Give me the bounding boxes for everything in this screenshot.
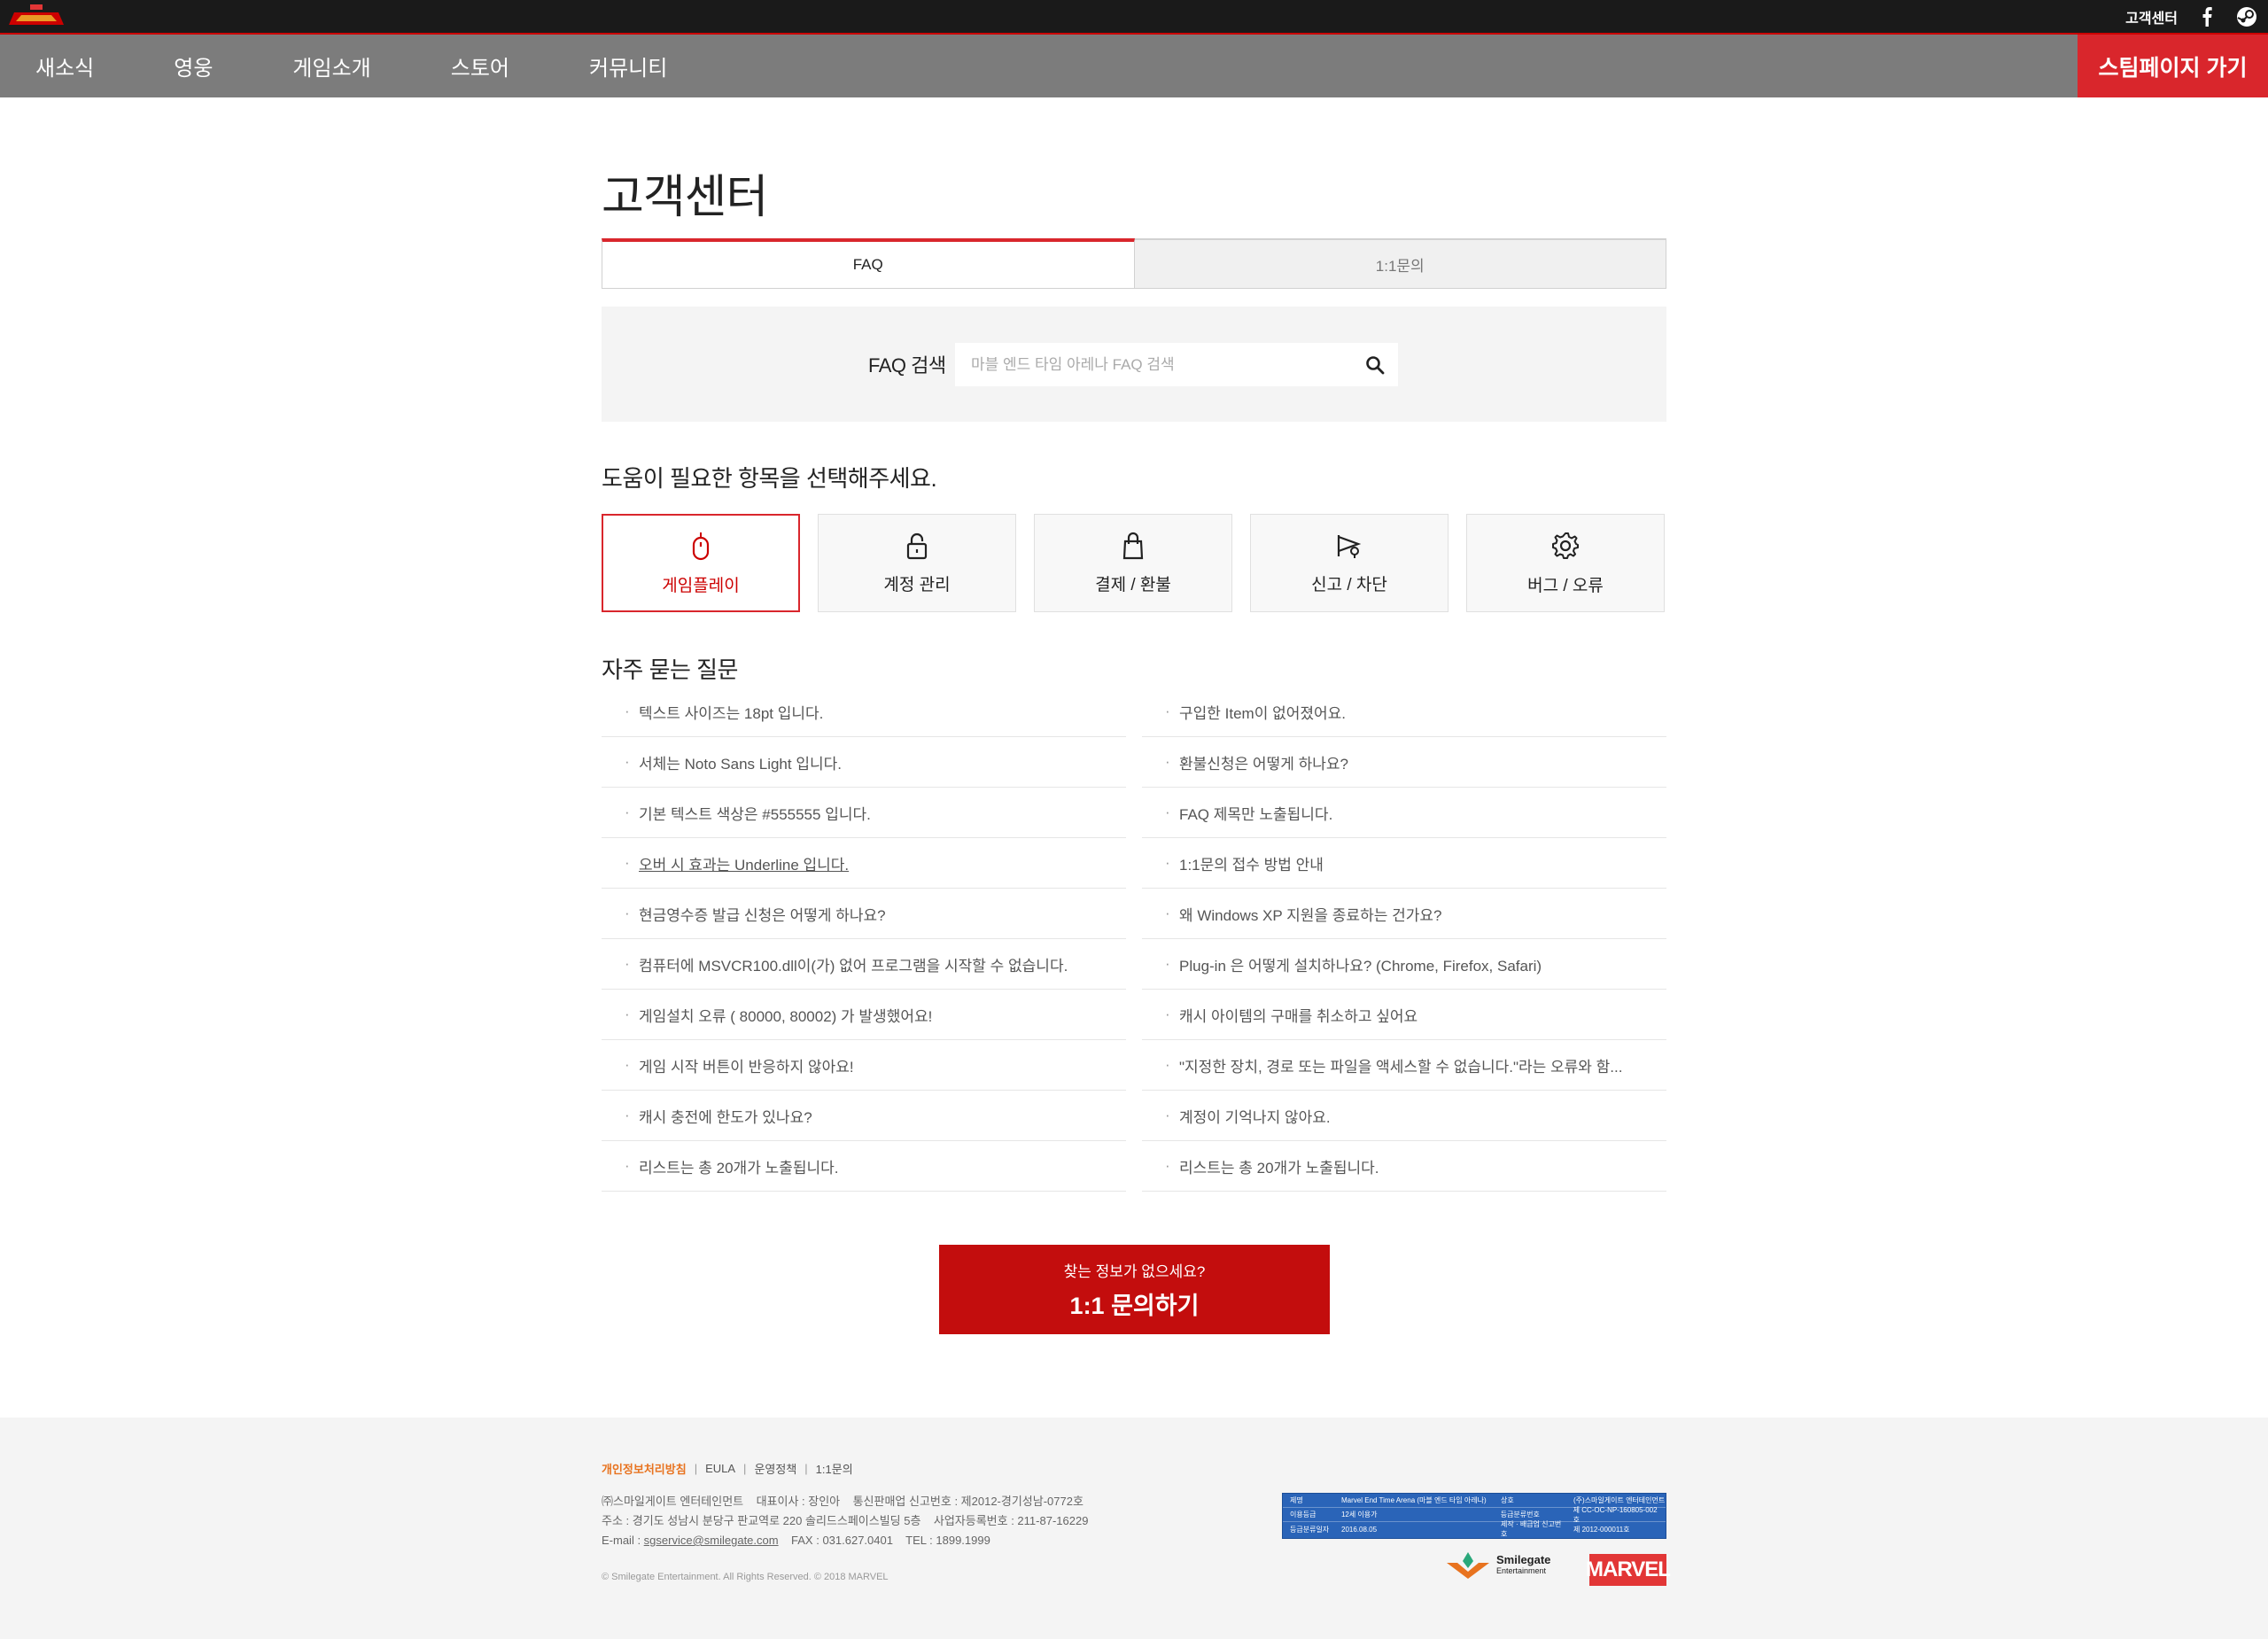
- footer-link-privacy[interactable]: 개인정보처리방침: [602, 1460, 687, 1477]
- mouse-icon: [690, 531, 711, 565]
- category-list: 게임플레이 계정 관리 결제 / 환불 신고 / 차단 버그 / 오류: [602, 514, 1666, 612]
- faq-item[interactable]: 왜 Windows XP 지원을 종료하는 건가요?: [1142, 889, 1666, 939]
- category-report[interactable]: 신고 / 차단: [1250, 514, 1449, 612]
- divider: |: [804, 1462, 808, 1475]
- inquiry-button[interactable]: 찾는 정보가 없으세요? 1:1 문의하기: [939, 1245, 1330, 1334]
- category-label: 계정 관리: [883, 575, 951, 594]
- faq-item[interactable]: 현금영수증 발급 신청은 어떻게 하나요?: [602, 889, 1126, 939]
- faq-item[interactable]: 1:1문의 접수 방법 안내: [1142, 838, 1666, 889]
- search-label: FAQ 검색: [868, 354, 946, 377]
- category-gameplay[interactable]: 게임플레이: [602, 514, 800, 612]
- nav-item-news[interactable]: 새소식: [0, 50, 94, 82]
- nav-item-store[interactable]: 스토어: [416, 50, 509, 82]
- tab-faq[interactable]: FAQ: [602, 238, 1135, 289]
- inquiry-button-subtext: 찾는 정보가 없으세요?: [1063, 1262, 1206, 1280]
- faq-item[interactable]: 서체는 Noto Sans Light 입니다.: [602, 737, 1126, 788]
- faq-item[interactable]: 환불신청은 어떻게 하나요?: [1142, 737, 1666, 788]
- gear-icon: [1550, 531, 1581, 565]
- faq-item[interactable]: "지정한 장치, 경로 또는 파일을 액세스할 수 없습니다."라는 오류와 함…: [1142, 1040, 1666, 1091]
- faq-item[interactable]: 기본 텍스트 색상은 #555555 입니다.: [602, 788, 1126, 838]
- rating-row: 이용등급 12세 이용가 등급분류번호 제 CC-OC-NP-160805-00…: [1283, 1506, 1666, 1524]
- steam-page-button[interactable]: 스팀페이지 가기: [2078, 35, 2268, 97]
- smilegate-logo: Smilegate Entertainment: [1447, 1552, 1550, 1579]
- smilegate-name: Smilegate: [1496, 1553, 1551, 1566]
- fax-tel: FAX : 031.627.0401 TEL : 1899.1999: [778, 1534, 990, 1547]
- support-link[interactable]: 고객센터: [2125, 6, 2178, 27]
- page-title: 고객센터: [602, 172, 768, 223]
- faq-item[interactable]: FAQ 제목만 노출됩니다.: [1142, 788, 1666, 838]
- faq-item[interactable]: 텍스트 사이즈는 18pt 입니다.: [602, 687, 1126, 737]
- faq-item[interactable]: 리스트는 총 20개가 노출됩니다.: [1142, 1141, 1666, 1192]
- megaphone-icon: [1335, 532, 1363, 564]
- tabs: FAQ 1:1문의: [602, 238, 1666, 289]
- search-input[interactable]: [955, 343, 1398, 386]
- marvel-arena-logo[interactable]: [5, 4, 67, 28]
- faq-item[interactable]: 게임 시작 버튼이 반응하지 않아요!: [602, 1040, 1126, 1091]
- faq-item[interactable]: 계정이 기억나지 않아요.: [1142, 1091, 1666, 1141]
- company-info-line: ㈜스마일게이트 엔터테인먼트 대표이사 : 장인아 통신판매업 신고번호 : 제…: [602, 1495, 1084, 1508]
- game-rating-box: 제명 Marvel End Time Arena (마블 엔드 타임 아레나) …: [1282, 1493, 1666, 1539]
- nav-item-heroes[interactable]: 영웅: [138, 50, 213, 82]
- marvel-logo: MARVEL: [1586, 1554, 1671, 1586]
- facebook-icon[interactable]: [2201, 6, 2213, 27]
- faq-list: 텍스트 사이즈는 18pt 입니다. 서체는 Noto Sans Light 입…: [602, 687, 1666, 1192]
- divider: |: [694, 1462, 698, 1475]
- faq-item[interactable]: 오버 시 효과는 Underline 입니다.: [602, 838, 1126, 889]
- footer-link-eula[interactable]: EULA: [705, 1462, 735, 1475]
- footer-links: 개인정보처리방침 | EULA | 운영정책 | 1:1문의: [602, 1460, 853, 1477]
- top-bar: 고객센터: [0, 0, 2268, 35]
- faq-item[interactable]: 구입한 Item이 없어졌어요.: [1142, 687, 1666, 737]
- faq-item[interactable]: 리스트는 총 20개가 노출됩니다.: [602, 1141, 1126, 1192]
- category-label: 결제 / 환불: [1095, 575, 1171, 594]
- faq-item[interactable]: Plug-in 은 어떻게 설치하나요? (Chrome, Firefox, S…: [1142, 939, 1666, 990]
- main-nav: 새소식 영웅 게임소개 스토어 커뮤니티 스팀페이지 가기: [0, 35, 2268, 97]
- faq-search-box: FAQ 검색: [602, 307, 1666, 422]
- email-link[interactable]: sgservice@smilegate.com: [644, 1534, 779, 1547]
- company-contact-line: E-mail : sgservice@smilegate.com FAX : 0…: [602, 1531, 1088, 1550]
- smilegate-sub: Entertainment: [1496, 1566, 1547, 1575]
- help-section-title: 도움이 필요한 항목을 선택해주세요.: [602, 465, 937, 492]
- faq-item[interactable]: 캐시 아이템의 구매를 취소하고 싶어요: [1142, 990, 1666, 1040]
- footer-link-inquiry[interactable]: 1:1문의: [816, 1460, 853, 1477]
- divider: |: [743, 1462, 747, 1475]
- category-bug[interactable]: 버그 / 오류: [1466, 514, 1665, 612]
- faq-item[interactable]: 게임설치 오류 ( 80000, 80002) 가 발생했어요!: [602, 990, 1126, 1040]
- lock-icon: [905, 532, 928, 564]
- faq-item[interactable]: 캐시 충전에 한도가 있나요?: [602, 1091, 1126, 1141]
- search-icon[interactable]: [1352, 343, 1398, 386]
- rating-row: 등급분류일자 2016.08.05 제작 · 배급업 신고번호 제 2012-0…: [1290, 1520, 1630, 1538]
- nav-item-community[interactable]: 커뮤니티: [554, 50, 667, 82]
- footer: 개인정보처리방침 | EULA | 운영정책 | 1:1문의 ㈜스마일게이트 엔…: [0, 1418, 2268, 1639]
- footer-link-policy[interactable]: 운영정책: [754, 1460, 796, 1477]
- tab-inquiry[interactable]: 1:1문의: [1134, 238, 1666, 289]
- inquiry-button-label: 1:1 문의하기: [1069, 1292, 1200, 1319]
- company-info-line: 주소 : 경기도 성남시 분당구 판교역로 220 솔리드스페이스빌딩 5층 사…: [602, 1514, 1089, 1527]
- category-label: 게임플레이: [662, 576, 740, 595]
- shopping-bag-icon: [1122, 532, 1145, 564]
- category-label: 버그 / 오류: [1527, 576, 1604, 595]
- faq-column-left: 텍스트 사이즈는 18pt 입니다. 서체는 Noto Sans Light 입…: [602, 687, 1126, 1192]
- faq-item[interactable]: 컴퓨터에 MSVCR100.dll이(가) 없어 프로그램을 시작할 수 없습니…: [602, 939, 1126, 990]
- faq-section-title: 자주 묻는 질문: [602, 656, 738, 683]
- steam-icon[interactable]: [2236, 6, 2257, 27]
- category-payment[interactable]: 결제 / 환불: [1034, 514, 1232, 612]
- company-info: ㈜스마일게이트 엔터테인먼트 대표이사 : 장인아 통신판매업 신고번호 : 제…: [602, 1492, 1088, 1550]
- category-label: 신고 / 차단: [1311, 575, 1387, 594]
- email-label: E-mail :: [602, 1534, 644, 1547]
- category-account[interactable]: 계정 관리: [818, 514, 1016, 612]
- copyright: © Smilegate Entertainment. All Rights Re…: [602, 1572, 889, 1582]
- faq-column-right: 구입한 Item이 없어졌어요. 환불신청은 어떻게 하나요? FAQ 제목만 …: [1142, 687, 1666, 1192]
- nav-item-game-intro[interactable]: 게임소개: [257, 50, 370, 82]
